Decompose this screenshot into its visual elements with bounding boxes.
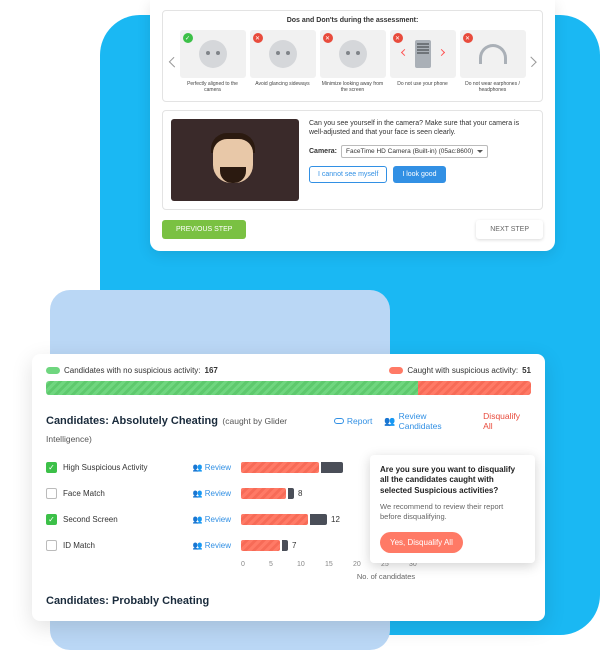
- bar-value: 12: [331, 515, 340, 524]
- review-link[interactable]: 👥 Review: [193, 541, 231, 550]
- camera-instructions: Can you see yourself in the camera? Make…: [309, 119, 534, 137]
- review-link[interactable]: 👥 Review: [193, 489, 231, 498]
- camera-setup-card: Dos and Don'ts during the assessment: ✓ …: [150, 0, 555, 251]
- tiles-container: ✓ Perfectly aligned to the camera ✕ Avoi…: [180, 30, 526, 93]
- popover-title: Are you sure you want to disqualify all …: [380, 465, 525, 496]
- bar-value: 8: [298, 489, 302, 498]
- list-item: ID Match 👥 Review: [46, 535, 231, 555]
- legend-clean-label: Candidates with no suspicious activity:: [64, 366, 201, 375]
- checkbox[interactable]: [46, 462, 57, 473]
- camera-preview: [171, 119, 299, 201]
- bar-value: 7: [292, 541, 296, 550]
- cross-icon: ✕: [253, 33, 263, 43]
- legend-suspicious-label: Caught with suspicious activity:: [407, 366, 518, 375]
- tip-tile: ✕ Minimize looking away from the screen: [320, 30, 386, 93]
- section-header: Candidates: Absolutely Cheating (caught …: [46, 411, 531, 447]
- tile-caption: Do not use your phone: [390, 81, 456, 87]
- next-step-button[interactable]: NEXT STEP: [476, 220, 543, 239]
- tips-carousel: ✓ Perfectly aligned to the camera ✕ Avoi…: [171, 30, 534, 93]
- legend-clean-count: 167: [205, 366, 218, 375]
- category-legend: High Suspicious Activity 👥 Review Face M…: [46, 457, 231, 581]
- camera-selected-value: FaceTime HD Camera (Built-in) (05ac:8600…: [346, 148, 473, 155]
- pill-icon: [389, 367, 403, 374]
- chevron-right-icon[interactable]: [526, 56, 536, 66]
- cloud-icon: [334, 418, 344, 424]
- tip-tile: ✕ Do not wear earphones / headphones: [460, 30, 526, 93]
- category-label: Second Screen: [63, 515, 118, 524]
- legend-suspicious-count: 51: [522, 366, 531, 375]
- cannot-see-button[interactable]: I cannot see myself: [309, 166, 387, 183]
- cross-icon: ✕: [323, 33, 333, 43]
- look-good-button[interactable]: I look good: [393, 166, 445, 183]
- review-candidates-link[interactable]: 👥Review Candidates: [384, 411, 471, 431]
- people-icon: 👥: [384, 416, 395, 427]
- report-link[interactable]: Report: [334, 416, 373, 426]
- section-title: Candidates: Absolutely Cheating: [46, 415, 218, 427]
- camera-label: Camera:: [309, 148, 337, 155]
- tip-tile: ✕ Do not use your phone: [390, 30, 456, 93]
- x-axis-title: No. of candidates: [241, 572, 531, 581]
- summary-bar: [46, 381, 531, 395]
- category-label: Face Match: [63, 489, 105, 498]
- check-icon: ✓: [183, 33, 193, 43]
- summary-legend: Candidates with no suspicious activity: …: [46, 366, 531, 375]
- proctoring-report-card: Candidates with no suspicious activity: …: [32, 354, 545, 621]
- previous-step-button[interactable]: PREVIOUS STEP: [162, 220, 246, 239]
- disqualify-all-link[interactable]: Disqualify All: [483, 411, 531, 431]
- camera-panel: Can you see yourself in the camera? Make…: [162, 110, 543, 210]
- chevron-down-icon: [477, 150, 483, 153]
- category-label: ID Match: [63, 541, 95, 550]
- tile-caption: Perfectly aligned to the camera: [180, 81, 246, 93]
- tile-caption: Minimize looking away from the screen: [320, 81, 386, 93]
- review-link[interactable]: 👥 Review: [193, 463, 231, 472]
- bars-column: 8 12 7 051015202530 No. of candidates Ar…: [241, 457, 531, 581]
- checkbox[interactable]: [46, 540, 57, 551]
- category-label: High Suspicious Activity: [63, 463, 147, 472]
- tile-caption: Do not wear earphones / headphones: [460, 81, 526, 93]
- bar-segment-suspicious: [418, 381, 531, 395]
- disqualify-popover: Are you sure you want to disqualify all …: [370, 455, 535, 563]
- checkbox[interactable]: [46, 514, 57, 525]
- review-link[interactable]: 👥 Review: [193, 515, 231, 524]
- dos-donts-panel: Dos and Don'ts during the assessment: ✓ …: [162, 10, 543, 102]
- dos-title: Dos and Don'ts during the assessment:: [171, 17, 534, 24]
- section-title-2: Candidates: Probably Cheating: [46, 595, 531, 607]
- camera-select[interactable]: FaceTime HD Camera (Built-in) (05ac:8600…: [341, 145, 488, 158]
- popover-text: We recommend to review their report befo…: [380, 502, 525, 522]
- checkbox[interactable]: [46, 488, 57, 499]
- chart-area: High Suspicious Activity 👥 Review Face M…: [46, 457, 531, 581]
- confirm-disqualify-button[interactable]: Yes, Disqualify All: [380, 532, 463, 553]
- bar-segment-clean: [46, 381, 418, 395]
- list-item: High Suspicious Activity 👥 Review: [46, 457, 231, 477]
- pill-icon: [46, 367, 60, 374]
- nav-row: PREVIOUS STEP NEXT STEP: [162, 220, 543, 239]
- list-item: Second Screen 👥 Review: [46, 509, 231, 529]
- tile-caption: Avoid glancing sideways: [250, 81, 316, 87]
- tip-tile: ✓ Perfectly aligned to the camera: [180, 30, 246, 93]
- cross-icon: ✕: [393, 33, 403, 43]
- chevron-left-icon[interactable]: [169, 56, 179, 66]
- tip-tile: ✕ Avoid glancing sideways: [250, 30, 316, 93]
- list-item: Face Match 👥 Review: [46, 483, 231, 503]
- cross-icon: ✕: [463, 33, 473, 43]
